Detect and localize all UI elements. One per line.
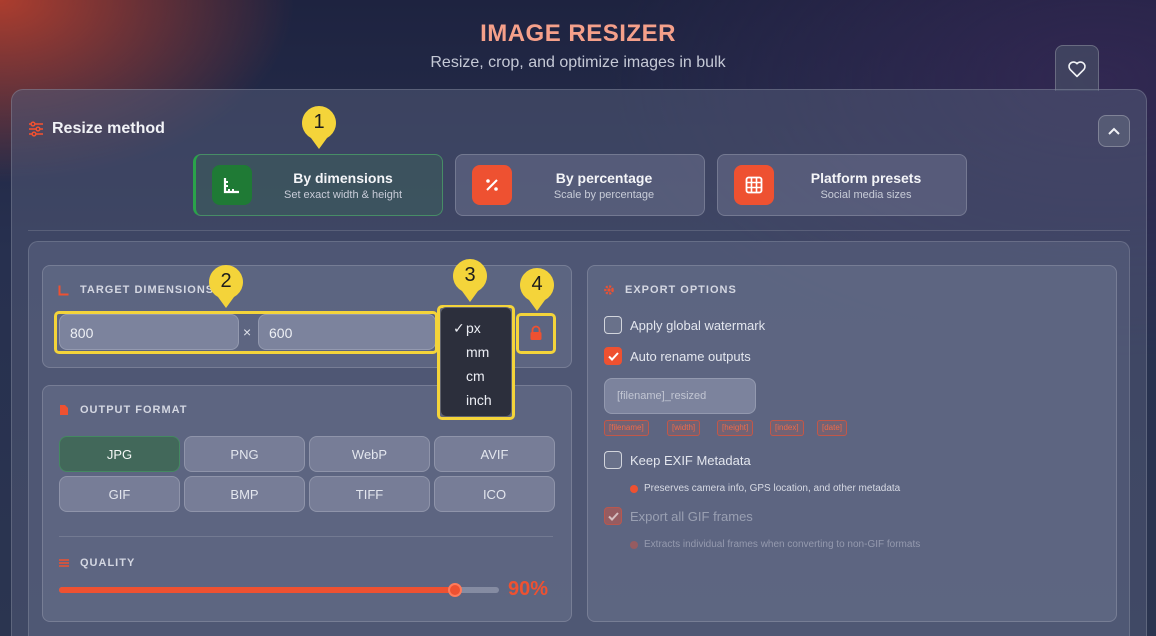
- callout-number: 1: [313, 111, 325, 133]
- section-divider: [28, 230, 1130, 231]
- format-tiff-button[interactable]: TIFF: [309, 476, 430, 512]
- gif-frames-label: Export all GIF frames: [630, 508, 753, 524]
- callout-number: 2: [220, 270, 232, 292]
- app-header: IMAGE RESIZER Resize, crop, and optimize…: [0, 20, 1156, 72]
- format-webp-button[interactable]: WebP: [309, 436, 430, 472]
- resize-method-header: Resize method: [28, 120, 165, 138]
- format-jpg-button[interactable]: JPG: [59, 436, 180, 472]
- quality-header: QUALITY: [58, 557, 135, 569]
- auto-rename-checkbox-row[interactable]: Auto rename outputs: [604, 347, 751, 365]
- quality-slider-fill: [59, 587, 455, 593]
- info-dot-icon: [630, 540, 638, 549]
- method-title: Platform presets: [810, 169, 922, 186]
- callout-badge-3: 3: [452, 259, 488, 303]
- export-options-label: EXPORT OPTIONS: [625, 284, 737, 296]
- quality-value: 90%: [508, 578, 549, 600]
- token-index[interactable]: [index]: [770, 420, 804, 436]
- app-title: IMAGE RESIZER: [480, 20, 676, 47]
- percent-icon: [472, 165, 512, 205]
- quality-label: QUALITY: [80, 557, 136, 569]
- gif-frames-note-text: Extracts individual frames when converti…: [644, 539, 921, 550]
- app-subtitle: Resize, crop, and optimize images in bul…: [430, 54, 726, 71]
- callout-number: 4: [531, 273, 543, 295]
- sliders-icon: [29, 121, 43, 137]
- output-format-card: OUTPUT FORMAT JPG PNG WebP AVIF GIF BMP …: [42, 385, 572, 622]
- watermark-checkbox-row[interactable]: Apply global watermark: [604, 316, 765, 334]
- export-options-card: EXPORT OPTIONS Apply global watermark Au…: [587, 265, 1117, 622]
- keep-exif-label: Keep EXIF Metadata: [630, 452, 751, 468]
- quality-slider[interactable]: [59, 583, 499, 597]
- file-icon: [60, 405, 68, 415]
- token-date[interactable]: [date]: [817, 420, 848, 436]
- gif-frames-checkbox-row: Export all GIF frames: [604, 507, 753, 525]
- keep-exif-checkbox-row[interactable]: Keep EXIF Metadata: [604, 451, 751, 469]
- rename-pattern-input[interactable]: [filename]_resized: [604, 378, 756, 414]
- highlight-1: [192, 154, 442, 216]
- options-container: TARGET DIMENSIONS 800 × 600 OUTPUT FORMA…: [28, 241, 1130, 636]
- callout-number: 3: [464, 264, 476, 286]
- format-ico-button[interactable]: ICO: [434, 476, 555, 512]
- unit-option-label: inch: [466, 392, 492, 408]
- token-width[interactable]: [width]: [667, 420, 701, 436]
- quality-slider-thumb[interactable]: [448, 583, 462, 597]
- aspect-lock-button[interactable]: [521, 318, 551, 348]
- token-filename[interactable]: [filename]: [604, 420, 649, 436]
- callout-badge-1: 1: [301, 106, 337, 150]
- check-icon: [607, 511, 619, 521]
- method-title: By percentage: [555, 169, 653, 186]
- token-height[interactable]: [height]: [717, 420, 754, 436]
- menu-icon: [59, 559, 69, 567]
- auto-rename-checkbox[interactable]: [604, 347, 622, 365]
- keep-exif-note: Preserves camera info, GPS location, and…: [630, 483, 900, 494]
- format-png-button[interactable]: PNG: [184, 436, 305, 472]
- callout-badge-2: 2: [208, 265, 244, 309]
- export-options-header: EXPORT OPTIONS: [603, 284, 737, 296]
- format-gif-button[interactable]: GIF: [59, 476, 180, 512]
- check-mark: ✓: [453, 320, 465, 336]
- favorite-button[interactable]: [1055, 45, 1099, 91]
- resize-method-label: Resize method: [52, 120, 165, 137]
- keep-exif-checkbox[interactable]: [604, 451, 622, 469]
- heart-icon: [1068, 60, 1086, 77]
- unit-option-label: px: [466, 320, 481, 336]
- target-dimensions-label: TARGET DIMENSIONS: [80, 284, 215, 296]
- check-icon: [607, 351, 619, 361]
- auto-rename-label: Auto rename outputs: [630, 348, 751, 364]
- format-divider: [59, 536, 553, 537]
- unit-option-label: cm: [466, 368, 485, 384]
- unit-dropdown[interactable]: ✓ px mm cm inch: [440, 307, 512, 417]
- method-subtitle: Scale by percentage: [553, 188, 655, 201]
- unit-option-label: mm: [466, 344, 490, 360]
- watermark-label: Apply global watermark: [630, 317, 766, 333]
- callout-badge-4: 4: [519, 268, 555, 312]
- method-platform-presets[interactable]: Platform presets Social media sizes: [717, 154, 967, 216]
- chevron-up-icon: [1108, 127, 1120, 135]
- lock-icon: [530, 325, 542, 340]
- resize-panel: Resize method By dimensions Set exact wi…: [11, 89, 1147, 636]
- format-bmp-button[interactable]: BMP: [184, 476, 305, 512]
- grid-icon: [734, 165, 774, 205]
- method-by-percentage[interactable]: By percentage Scale by percentage: [455, 154, 705, 216]
- highlight-dimensions: [54, 311, 438, 354]
- gear-icon: [604, 285, 614, 295]
- watermark-checkbox[interactable]: [604, 316, 622, 334]
- output-format-label: OUTPUT FORMAT: [80, 404, 188, 416]
- format-avif-button[interactable]: AVIF: [434, 436, 555, 472]
- output-format-header: OUTPUT FORMAT: [58, 404, 188, 416]
- target-dimensions-header: TARGET DIMENSIONS: [58, 284, 214, 296]
- ruler-icon: [58, 285, 69, 296]
- gif-frames-note: Extracts individual frames when converti…: [630, 539, 920, 550]
- collapse-button[interactable]: [1098, 115, 1130, 147]
- info-dot-icon: [630, 484, 638, 493]
- keep-exif-note-text: Preserves camera info, GPS location, and…: [644, 483, 901, 494]
- gif-frames-checkbox: [604, 507, 622, 525]
- method-subtitle: Social media sizes: [820, 188, 912, 201]
